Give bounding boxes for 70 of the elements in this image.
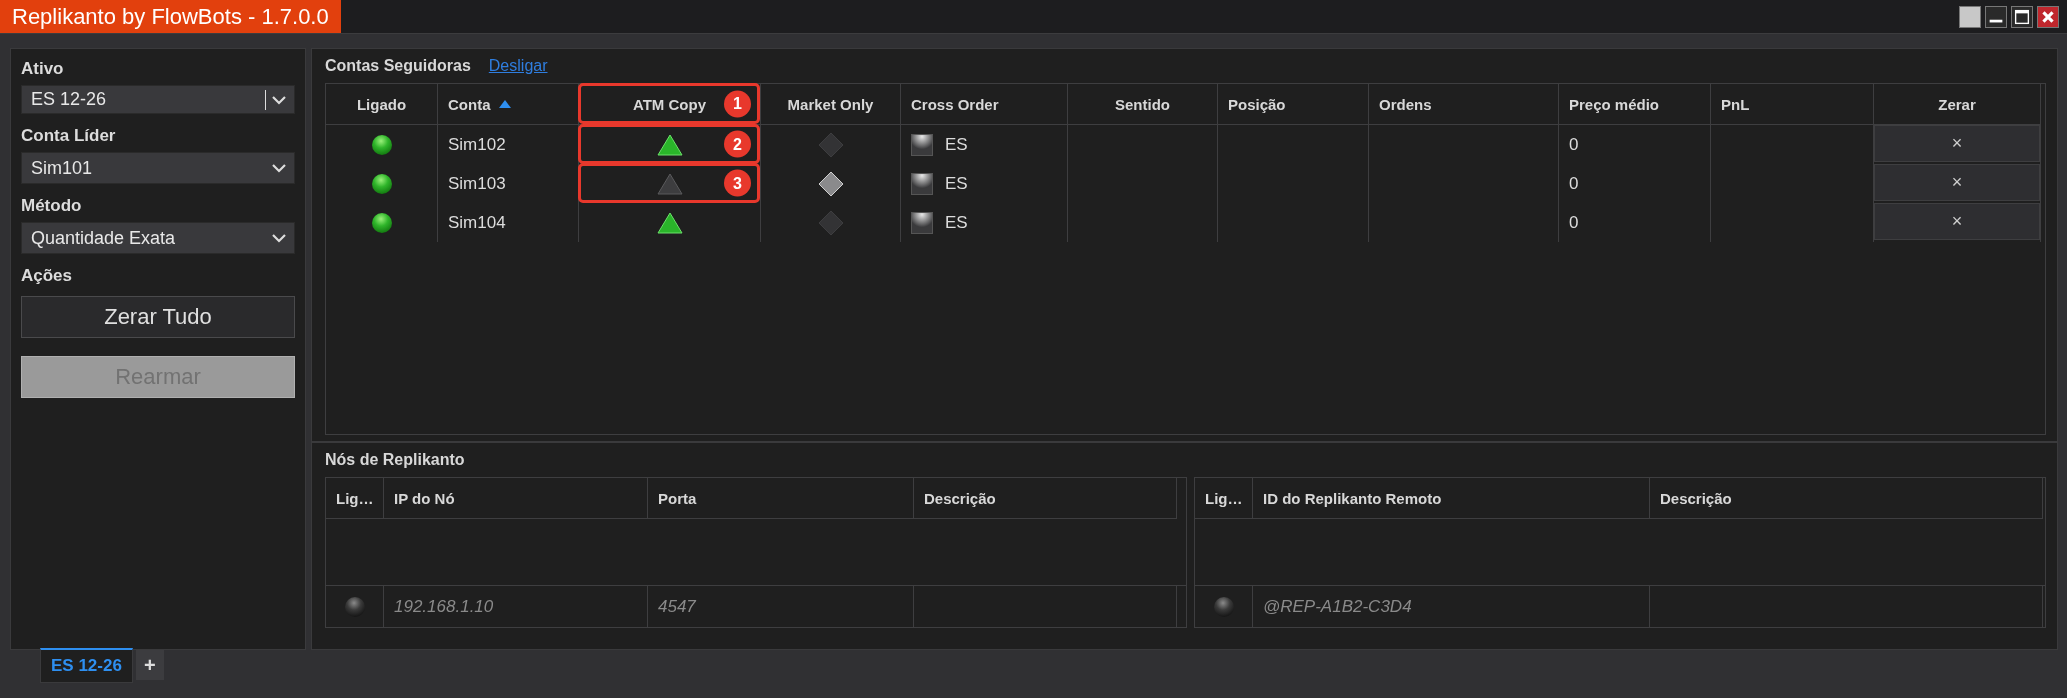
dropdown-field[interactable]: Sim101	[21, 152, 295, 184]
field-label: Conta Líder	[21, 126, 117, 146]
close-icon[interactable]	[2037, 5, 2059, 28]
column-header[interactable]: Posição	[1218, 84, 1369, 125]
table-cell: @REP-A1B2-C3D4	[1263, 596, 1412, 617]
action-button[interactable]: Zerar Tudo	[21, 296, 295, 338]
column-header[interactable]: Lig…	[326, 478, 384, 519]
reset-button[interactable]: ×	[1874, 164, 2040, 201]
column-label: ATM Copy	[632, 95, 706, 113]
table-cell: Sim102	[448, 134, 506, 155]
column-header[interactable]: Lig…	[1195, 478, 1253, 519]
checkbox-icon[interactable]	[911, 211, 933, 234]
table-cell: Sim103	[448, 173, 506, 194]
table-cell: 0	[1569, 212, 1579, 233]
section-label: Ações	[21, 266, 74, 286]
instrument-tab[interactable]: ES 12-26	[40, 648, 133, 683]
section-title: Nós de Replikanto	[325, 451, 465, 469]
column-header[interactable]: Market Only	[761, 84, 901, 125]
column-header[interactable]: Preço médio	[1559, 84, 1711, 125]
checkbox-icon[interactable]	[911, 133, 933, 156]
column-header[interactable]: PnL	[1711, 84, 1874, 125]
column-label: Cross Order	[911, 95, 999, 113]
callout-number: 2	[724, 130, 751, 158]
table-cell: 0	[1569, 173, 1579, 194]
chevron-down-icon[interactable]	[272, 233, 286, 243]
column-label: PnL	[1721, 95, 1750, 113]
column-label: Ligado	[356, 95, 407, 113]
column-label: Ordens	[1379, 95, 1432, 113]
table-cell: ES	[945, 173, 968, 194]
column-header[interactable]: Cross Order	[901, 84, 1068, 125]
column-label: Sentido	[1115, 95, 1170, 113]
callout-number: 1	[724, 90, 751, 117]
table-cell: Sim104	[448, 212, 506, 233]
table-cell: 192.168.1.10	[394, 596, 494, 617]
column-header[interactable]: Descrição	[914, 478, 1177, 519]
column-header[interactable]: Sentido	[1068, 84, 1218, 125]
window-title: Replikanto by FlowBots - 1.7.0.0	[0, 0, 341, 33]
field-label: Ativo	[21, 59, 65, 79]
column-header[interactable]: Descrição	[1650, 478, 2043, 519]
section-title: Contas Seguidoras	[325, 57, 471, 75]
maximize-icon[interactable]	[2011, 5, 2033, 28]
column-header[interactable]: ATM Copy 1	[579, 84, 761, 125]
column-label: Conta	[448, 95, 491, 113]
table-cell: ES	[945, 134, 968, 155]
table-cell: 4547	[658, 596, 696, 617]
checkbox-icon[interactable]	[911, 172, 933, 195]
column-label: Market Only	[787, 95, 874, 113]
column-header[interactable]: Conta	[438, 84, 579, 125]
column-header[interactable]: Ligado	[326, 84, 438, 125]
column-header[interactable]: IP do Nó	[384, 478, 648, 519]
table-cell: 0	[1569, 134, 1579, 155]
minimize-icon[interactable]	[1985, 5, 2007, 28]
callout-number: 3	[724, 169, 751, 197]
disconnect-link[interactable]: Desligar	[488, 57, 548, 75]
window-button[interactable]	[1959, 5, 1981, 28]
column-header[interactable]: ID do Replikanto Remoto	[1253, 478, 1650, 519]
dropdown-field[interactable]: ES 12-26	[21, 85, 295, 114]
column-header[interactable]: Ordens	[1369, 84, 1559, 125]
column-label: Zerar	[1938, 95, 1976, 113]
chevron-down-icon[interactable]	[272, 94, 286, 105]
dropdown-field[interactable]: Quantidade Exata	[21, 222, 295, 254]
reset-button[interactable]: ×	[1874, 125, 2040, 162]
column-label: Posição	[1228, 95, 1286, 113]
add-tab-button[interactable]: +	[135, 650, 164, 680]
field-label: Método	[21, 196, 83, 216]
chevron-down-icon[interactable]	[272, 163, 286, 173]
reset-button[interactable]: ×	[1874, 203, 2040, 240]
table-cell: ES	[945, 212, 968, 233]
column-label: Preço médio	[1569, 95, 1660, 113]
column-header[interactable]: Porta	[648, 478, 914, 519]
